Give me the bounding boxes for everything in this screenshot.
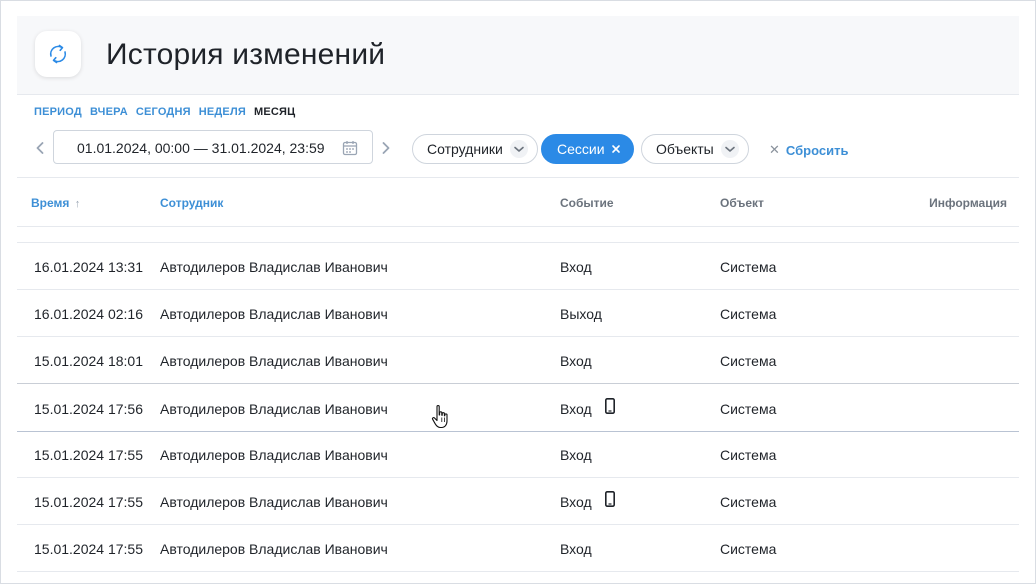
objects-filter[interactable]: Объекты (641, 134, 749, 164)
column-time[interactable]: Время ↑ (31, 196, 80, 210)
row-object: Система (720, 259, 777, 275)
row-object: Система (720, 494, 777, 510)
employees-filter-label: Сотрудники (427, 141, 503, 157)
row-employee: Автодилеров Владислав Иванович (160, 541, 388, 557)
column-event: Событие (560, 196, 614, 210)
close-icon[interactable] (611, 144, 621, 154)
chevron-down-icon (720, 140, 739, 158)
column-time-label: Время (31, 196, 70, 210)
row-object: Система (720, 401, 777, 417)
row-object: Система (720, 447, 777, 463)
page-header: История изменений (17, 16, 1019, 95)
table-row[interactable]: 15.01.2024 17:55 Автодилеров Владислав Ив… (17, 430, 1019, 478)
employees-filter[interactable]: Сотрудники (412, 134, 538, 164)
close-icon: ✕ (769, 142, 780, 157)
table-row[interactable]: 16.01.2024 13:31 Автодилеров Владислав Ив… (17, 242, 1019, 290)
table-header: Время ↑ Сотрудник Событие Объект Информа… (17, 177, 1019, 227)
period-today[interactable]: СЕГОДНЯ (136, 106, 191, 120)
mobile-device-icon (605, 491, 615, 507)
table-row[interactable]: 15.01.2024 17:55 Автодилеров Владислав Ив… (17, 477, 1019, 525)
chevron-down-icon (509, 140, 528, 158)
date-range-value: 01.01.2024, 00:00 — 31.01.2024, 23:59 (77, 140, 325, 156)
table-row[interactable]: 16.01.2024 02:16 Автодилеров Владислав Ив… (17, 289, 1019, 337)
row-time: 15.01.2024 18:01 (34, 353, 143, 369)
row-employee: Автодилеров Владислав Иванович (160, 353, 388, 369)
row-employee: Автодилеров Владислав Иванович (160, 401, 388, 417)
chevron-right-icon (382, 142, 390, 154)
period-month[interactable]: МЕСЯЦ (254, 106, 295, 120)
table-row[interactable]: 15.01.2024 17:55 Автодилеров Владислав Ив… (17, 524, 1019, 572)
column-info: Информация (929, 196, 1007, 210)
app-window: История изменений ПЕРИОД ВЧЕРА СЕГОДНЯ Н… (0, 0, 1036, 584)
row-event: Вход (560, 447, 592, 463)
row-object: Система (720, 541, 777, 557)
row-employee: Автодилеров Владислав Иванович (160, 259, 388, 275)
row-employee: Автодилеров Владислав Иванович (160, 306, 388, 322)
chevron-left-icon (36, 142, 44, 154)
table-row[interactable]: 15.01.2024 17:56 Автодилеров Владислав Ив… (17, 383, 1019, 432)
row-time: 15.01.2024 17:55 (34, 447, 143, 463)
row-event: Выход (560, 306, 602, 322)
period-label: ПЕРИОД (34, 106, 82, 118)
sort-arrow-icon: ↑ (74, 198, 81, 210)
row-object: Система (720, 306, 777, 322)
row-time: 15.01.2024 17:55 (34, 541, 143, 557)
row-event: Вход (560, 259, 592, 275)
row-employee: Автодилеров Владислав Иванович (160, 447, 388, 463)
next-period-button[interactable] (379, 138, 393, 158)
row-time: 16.01.2024 13:31 (34, 259, 143, 275)
sessions-filter[interactable]: Сессии (541, 134, 634, 164)
row-event: Вход (560, 353, 592, 369)
row-event: Вход (560, 494, 592, 510)
objects-filter-label: Объекты (656, 141, 714, 157)
row-employee: Автодилеров Владислав Иванович (160, 494, 388, 510)
row-event: Вход (560, 541, 592, 557)
period-yesterday[interactable]: ВЧЕРА (90, 106, 128, 120)
table-row[interactable]: 15.01.2024 18:01 Автодилеров Владислав Ив… (17, 336, 1019, 384)
date-range-input[interactable]: 01.01.2024, 00:00 — 31.01.2024, 23:59 (53, 130, 373, 164)
table-body[interactable]: 16.01.2024 13:31 Автодилеров Владислав Ив… (17, 226, 1019, 583)
row-time: 15.01.2024 17:55 (34, 494, 143, 510)
column-object: Объект (720, 196, 764, 210)
column-employee[interactable]: Сотрудник (160, 196, 223, 210)
refresh-icon[interactable] (35, 31, 81, 77)
prev-period-button[interactable] (33, 138, 47, 158)
reset-filters-button[interactable]: ✕ Сбросить (769, 142, 848, 158)
period-selector: ПЕРИОД ВЧЕРА СЕГОДНЯ НЕДЕЛЯ МЕСЯЦ (34, 106, 295, 120)
row-object: Система (720, 353, 777, 369)
row-time: 16.01.2024 02:16 (34, 306, 143, 322)
row-event: Вход (560, 401, 592, 417)
period-week[interactable]: НЕДЕЛЯ (199, 106, 246, 120)
sessions-filter-label: Сессии (557, 141, 605, 157)
row-time: 15.01.2024 17:56 (34, 401, 143, 417)
reset-filters-label: Сбросить (785, 142, 849, 158)
table-row-partial (17, 226, 1019, 243)
calendar-icon[interactable] (342, 140, 358, 159)
mobile-device-icon (605, 398, 615, 414)
page-title: История изменений (106, 38, 386, 71)
